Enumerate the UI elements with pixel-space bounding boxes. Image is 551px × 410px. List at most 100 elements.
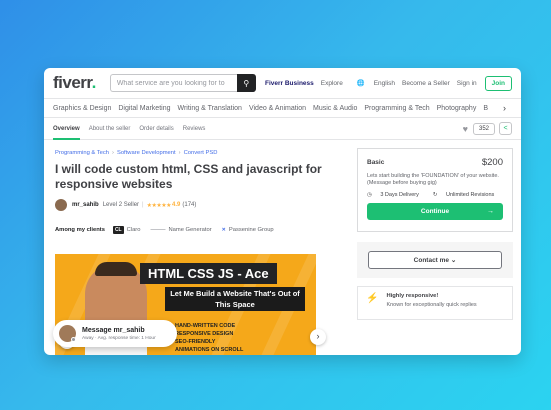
gallery-feature: SEO-FRIENDLY [175, 339, 216, 345]
refresh-icon: ↻ [432, 192, 438, 198]
chevron-right-icon: › [316, 331, 320, 341]
contact-label: Contact me [413, 256, 450, 264]
gallery-feature-list: HAND-WRITTEN CODE RESPONSIVE DESIGN SEO-… [175, 322, 243, 354]
search-button[interactable]: ⚲ [236, 74, 256, 92]
continue-button[interactable]: Continue → [367, 203, 503, 220]
language-label: English [373, 80, 396, 87]
category-video-animation[interactable]: Video & Animation [249, 105, 306, 112]
share-icon: < [503, 125, 508, 132]
message-status: Away · Avg. response time: 1 Hour [82, 335, 156, 341]
gallery-next-button[interactable]: › [310, 329, 326, 345]
responsive-title: Highly responsive! [386, 293, 439, 299]
share-button[interactable]: < [499, 122, 512, 135]
seller-level: Level 2 Seller [102, 202, 140, 208]
seller-divider: | [142, 202, 144, 208]
top-header: fiverr. ⚲ Fiverr Business Explore 🌐 Engl… [44, 68, 521, 98]
chevron-right-icon: › [503, 103, 506, 113]
sidebar: Basic $200 Lets start building the 'FOUN… [357, 148, 513, 320]
seller-overview: mr_sahib Level 2 Seller | ★★★★★ 4.9 (174… [55, 199, 333, 211]
lightning-icon: ⚡ [366, 293, 379, 304]
category-menu: Graphics & Design Digital Marketing Writ… [44, 98, 521, 118]
package-description: Lets start building the 'FOUNDATION' of … [367, 173, 499, 186]
breadcrumb-separator-icon: › [112, 150, 114, 156]
message-seller-bubble[interactable]: Message mr_sahib Away · Avg. response ti… [53, 320, 177, 347]
delivery-text: 3 Days Delivery [380, 192, 419, 198]
breadcrumb-separator-icon: › [178, 150, 181, 156]
tab-about-seller[interactable]: About the seller [89, 118, 131, 140]
breadcrumb: Programming & Tech › Software Development ›… [55, 150, 333, 156]
away-status-dot [71, 337, 76, 342]
category-music-audio[interactable]: Music & Audio [313, 105, 357, 112]
gallery-subheadline: Let Me Build a Website That's Out of Thi… [165, 287, 305, 311]
globe-icon: 🌐 [356, 80, 365, 87]
explore-link[interactable]: Explore [321, 80, 343, 87]
client-name-generator: ——— Name Generator [150, 227, 211, 233]
seller-name[interactable]: mr_sahib [72, 202, 99, 208]
responsive-subtitle: Known for exceptionally quick replies [386, 302, 477, 308]
client-claro: CL Claro [112, 226, 141, 234]
package-meta: ◷ 3 Days Delivery ↻ Unlimited Revisions [367, 192, 503, 198]
language-link[interactable]: 🌐 English [350, 79, 395, 87]
responsive-badge: ⚡ Highly responsive! Known for exception… [357, 286, 513, 320]
category-business[interactable]: B [483, 105, 488, 112]
tab-overview[interactable]: Overview [53, 118, 80, 140]
client-name: Passenine Group [228, 227, 274, 233]
category-scroll-right-button[interactable]: › [501, 102, 515, 116]
client-name: Name Generator [168, 227, 212, 233]
package-card: Basic $200 Lets start building the 'FOUN… [357, 148, 513, 232]
clients-row: Among my clients CL Claro ——— Name Gener… [55, 226, 333, 234]
likes-count[interactable]: 352 [472, 122, 495, 135]
seller-avatar[interactable] [55, 199, 67, 211]
gallery-headline: HTML CSS JS - Ace [140, 263, 277, 284]
search-bar: ⚲ [109, 74, 256, 92]
revisions-text: Unlimited Revisions [446, 192, 495, 198]
contact-me-button[interactable]: Contact me ⌄ [368, 251, 502, 269]
package-header: Basic $200 [367, 157, 503, 168]
clients-label: Among my clients [55, 227, 105, 233]
sign-in-link[interactable]: Sign in [457, 80, 477, 87]
gig-tabs: Overview About the seller Order details … [44, 118, 521, 140]
search-input[interactable] [109, 74, 237, 92]
category-photography[interactable]: Photography [437, 105, 477, 112]
logo-text: fiverr [53, 73, 92, 92]
message-text: Message mr_sahib Away · Avg. response ti… [82, 327, 156, 341]
category-graphics-design[interactable]: Graphics & Design [53, 105, 111, 112]
tab-reviews[interactable]: Reviews [183, 118, 206, 140]
breadcrumb-item[interactable]: Convert PSD [184, 150, 218, 156]
heart-icon[interactable]: ♥ [463, 124, 468, 134]
become-seller-link[interactable]: Become a Seller [402, 80, 450, 87]
message-title: Message mr_sahib [82, 326, 145, 334]
search-icon: ⚲ [243, 78, 250, 88]
gig-overview: Programming & Tech › Software Development ›… [44, 140, 344, 234]
delivery-info: ◷ 3 Days Delivery [367, 192, 426, 198]
passenine-logo-icon: ✕ [221, 227, 226, 233]
header-nav: Fiverr Business Explore 🌐 English Become… [258, 75, 512, 91]
gig-title: I will code custom html, CSS and javascr… [55, 162, 322, 191]
seller-avatar [59, 325, 76, 342]
rating-stars-icon: ★★★★★ [146, 202, 172, 209]
rating-score: 4.9 [172, 202, 181, 208]
category-programming-tech[interactable]: Programming & Tech [364, 105, 429, 112]
gallery-feature: HAND-WRITTEN CODE [175, 323, 236, 329]
client-name: Claro [126, 227, 141, 233]
continue-label: Continue [420, 208, 450, 215]
claro-logo-icon: CL [112, 226, 124, 234]
chevron-down-icon: ⌄ [450, 257, 457, 264]
clock-icon: ◷ [367, 192, 372, 198]
fiverr-logo[interactable]: fiverr. [53, 73, 96, 93]
join-button[interactable]: Join [484, 75, 512, 91]
fiverr-business-link[interactable]: Fiverr Business [265, 80, 314, 87]
name-generator-logo-icon: ——— [150, 227, 166, 233]
responsive-text: Highly responsive! Known for exceptional… [386, 293, 476, 313]
breadcrumb-item[interactable]: Software Development [117, 150, 176, 156]
gallery-feature: RESPONSIVE DESIGN [175, 331, 234, 337]
tab-order-details[interactable]: Order details [139, 118, 173, 140]
browser-window: fiverr. ⚲ Fiverr Business Explore 🌐 Engl… [44, 68, 521, 355]
category-writing-translation[interactable]: Writing & Translation [178, 105, 242, 112]
logo-dot: . [91, 73, 97, 92]
category-digital-marketing[interactable]: Digital Marketing [118, 105, 170, 112]
breadcrumb-item[interactable]: Programming & Tech [55, 150, 109, 156]
review-count[interactable]: (174) [182, 202, 196, 208]
revisions-info: ↻ Unlimited Revisions [433, 192, 501, 198]
arrow-right-icon: → [487, 208, 494, 215]
